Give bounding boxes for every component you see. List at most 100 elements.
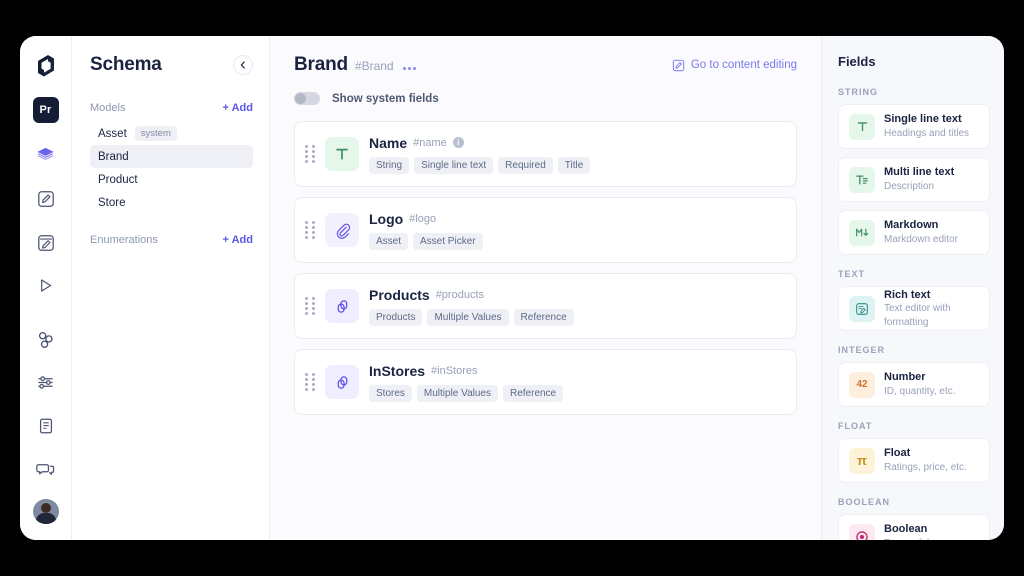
field-name: Name	[369, 134, 408, 151]
field-type-rich-text[interactable]: Rich text Text editor with formatting	[838, 286, 990, 331]
model-slug: #Brand	[354, 59, 394, 73]
edit-square-icon	[672, 59, 685, 71]
field-tag: Title	[557, 156, 591, 174]
field-title-row: InStores #inStores	[369, 363, 782, 379]
field-type-desc: Headings and titles	[884, 128, 970, 140]
field-tag: Single line text	[414, 156, 494, 174]
graphcms-logo-icon[interactable]	[31, 50, 61, 83]
schema-sidebar: Schema Models + Add Asset system Brand P…	[72, 36, 270, 540]
field-name: Logo	[369, 210, 404, 227]
text-T-icon	[325, 137, 359, 171]
project-badge[interactable]: Pr	[32, 97, 59, 123]
info-icon[interactable]: i	[452, 137, 464, 148]
sidebar-item-brand[interactable]: Brand	[90, 145, 253, 168]
fields-group-float: FLOAT π Float Ratings, price, etc.	[838, 421, 990, 483]
model-title-group: Brand #Brand	[294, 54, 418, 76]
dot	[407, 67, 411, 70]
paperclip-icon	[325, 213, 359, 247]
avatar[interactable]	[32, 498, 59, 525]
fields-group-integer: INTEGER 42 Number ID, quantity, etc.	[838, 345, 990, 407]
sidebar-item-store[interactable]: Store	[90, 191, 253, 214]
field-type-boolean[interactable]: Boolean True or false	[838, 514, 990, 540]
model-title: Brand	[294, 54, 348, 75]
link-rings-icon	[325, 365, 359, 399]
field-title-row: Products #products	[369, 287, 782, 303]
field-tags: String Single line text Required Title	[369, 156, 782, 174]
sidebar-item-product[interactable]: Product	[90, 168, 253, 191]
field-type-text: Multi line text Description	[884, 165, 954, 193]
chevron-left-icon	[240, 61, 245, 69]
field-type-text: Rich text Text editor with formatting	[884, 288, 979, 330]
field-tag: Required	[498, 156, 553, 174]
field-tag: String	[369, 156, 410, 174]
field-tag: Products	[369, 308, 423, 326]
field-card-logo[interactable]: Logo #logo Asset Asset Picker	[294, 197, 797, 263]
field-slug: #inStores	[431, 364, 478, 377]
fields-group-boolean: BOOLEAN Boolean True or false	[838, 497, 990, 540]
field-tag: Stores	[369, 384, 412, 402]
webhooks-icon[interactable]	[31, 325, 61, 354]
group-label: BOOLEAN	[838, 497, 890, 507]
layers-icon[interactable]	[31, 141, 61, 170]
fields-panel: Fields STRING Single line text Headings …	[822, 36, 1004, 540]
add-model-button[interactable]: + Add	[223, 102, 253, 114]
rich-text-icon	[849, 295, 875, 322]
sidebar-item-asset[interactable]: Asset system	[90, 122, 253, 145]
drag-handle[interactable]	[305, 373, 315, 391]
dot	[402, 67, 406, 70]
model-name: Asset	[98, 127, 127, 140]
field-type-name: Single line text	[884, 113, 962, 126]
model-name: Product	[98, 173, 138, 186]
field-title-row: Name #name i	[369, 135, 782, 151]
play-triangle-icon[interactable]	[31, 271, 61, 300]
field-tag: Multiple Values	[416, 384, 498, 402]
field-body: Products #products Products Multiple Val…	[369, 287, 782, 326]
drag-handle[interactable]	[305, 221, 315, 239]
field-card-products[interactable]: Products #products Products Multiple Val…	[294, 273, 797, 339]
collapse-sidebar-button[interactable]	[233, 55, 253, 75]
drag-handle[interactable]	[305, 145, 315, 163]
field-type-text: Float Ratings, price, etc.	[884, 446, 967, 474]
field-type-multi-line-text[interactable]: Multi line text Description	[838, 157, 990, 202]
field-type-number[interactable]: 42 Number ID, quantity, etc.	[838, 362, 990, 407]
field-type-desc: Markdown editor	[884, 234, 958, 246]
content-link-label: Go to content editing	[690, 59, 797, 71]
field-tags: Stores Multiple Values Reference	[369, 384, 782, 402]
ellipsis-icon[interactable]	[401, 67, 418, 73]
chat-bubbles-icon[interactable]	[31, 455, 61, 484]
markdown-icon	[849, 219, 875, 246]
avatar-body	[35, 512, 56, 525]
field-body: InStores #inStores Stores Multiple Value…	[369, 363, 782, 402]
model-name: Store	[98, 196, 126, 209]
field-type-desc: True or false	[884, 537, 940, 540]
document-icon[interactable]	[31, 412, 61, 441]
field-type-name: Markdown	[884, 219, 939, 232]
edit-square-icon[interactable]	[31, 184, 61, 213]
field-type-single-line-text[interactable]: Single line text Headings and titles	[838, 104, 990, 149]
field-card-name[interactable]: Name #name i String Single line text Req…	[294, 121, 797, 187]
field-slug: #products	[435, 288, 484, 301]
field-type-desc: Description	[884, 181, 935, 193]
icon-rail: Pr	[20, 36, 72, 540]
edit-square-alt-icon[interactable]	[31, 228, 61, 257]
field-tag: Asset Picker	[413, 232, 483, 250]
field-type-text: Markdown Markdown editor	[884, 218, 958, 246]
app-window: Pr Schema Models + Add Asset system Bran…	[20, 36, 1004, 540]
go-to-content-editing-link[interactable]: Go to content editing	[672, 59, 797, 72]
add-enumeration-button[interactable]: + Add	[223, 234, 253, 246]
sliders-icon[interactable]	[31, 368, 61, 397]
link-rings-icon	[325, 289, 359, 323]
toggle-knob	[295, 93, 306, 104]
field-card-instores[interactable]: InStores #inStores Stores Multiple Value…	[294, 349, 797, 415]
models-label: Models	[90, 102, 126, 114]
field-type-desc: Text editor with formatting	[884, 303, 951, 328]
field-tag: Asset	[369, 232, 409, 250]
field-type-float[interactable]: π Float Ratings, price, etc.	[838, 438, 990, 483]
field-type-markdown[interactable]: Markdown Markdown editor	[838, 210, 990, 255]
fields-panel-title: Fields	[838, 54, 876, 69]
field-type-name: Boolean	[884, 523, 928, 536]
drag-handle[interactable]	[305, 297, 315, 315]
number-42-icon: 42	[849, 371, 875, 398]
show-system-fields-toggle[interactable]	[294, 92, 320, 105]
field-type-name: Multi line text	[884, 166, 955, 179]
